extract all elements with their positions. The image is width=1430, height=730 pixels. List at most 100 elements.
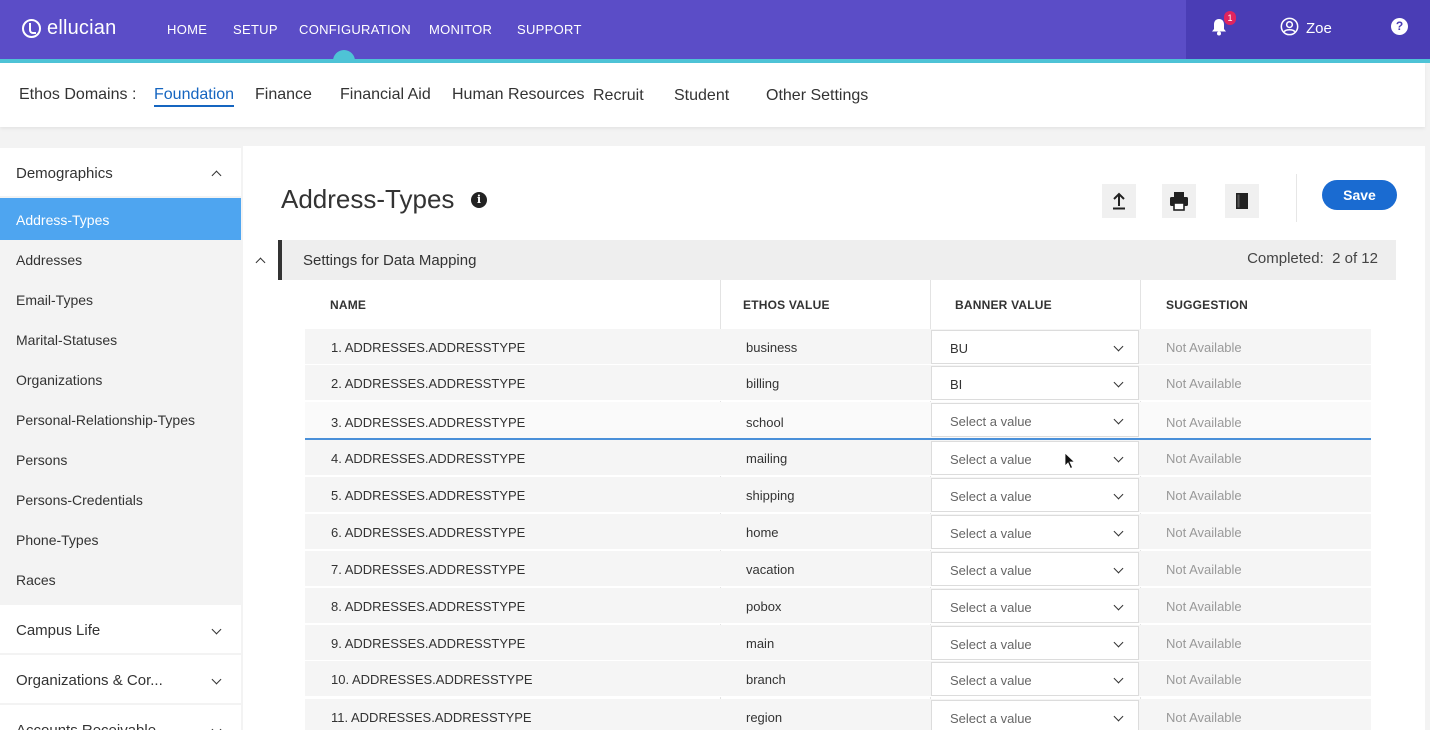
ellucian-logo[interactable]: ellucian [22, 17, 116, 40]
row-suggestion: Not Available [1166, 415, 1242, 430]
sidebar-item-personal-relationship-types[interactable]: Personal-Relationship-Types [0, 398, 241, 440]
sidebar-item-phone-types[interactable]: Phone-Types [0, 518, 241, 560]
banner-value-select[interactable]: Select a value [931, 552, 1139, 586]
banner-value-placeholder: Select a value [950, 414, 1032, 429]
banner-value-select[interactable]: BU [931, 330, 1139, 364]
sidebar-group-label: Campus Life [16, 622, 101, 639]
row-suggestion: Not Available [1166, 340, 1242, 355]
banner-value-select[interactable]: Select a value [931, 626, 1139, 660]
chevron-down-icon [1113, 489, 1124, 500]
save-button[interactable]: Save [1322, 180, 1397, 210]
banner-value-placeholder: Select a value [950, 600, 1032, 615]
sidebar-item-email-types[interactable]: Email-Types [0, 278, 241, 320]
table-row: 3. ADDRESSES.ADDRESSTYPE school Select a… [305, 402, 1371, 440]
banner-value-placeholder: Select a value [950, 673, 1032, 688]
sidebar-item-races[interactable]: Races [0, 558, 241, 600]
sidebar-group-demographics[interactable]: Demographics [0, 148, 241, 196]
banner-value-select[interactable]: Select a value [931, 662, 1139, 696]
table-row: 9. ADDRESSES.ADDRESSTYPE main Select a v… [305, 625, 1371, 661]
chevron-down-icon [1113, 711, 1124, 722]
banner-value-select[interactable]: BI [931, 366, 1139, 400]
row-name: 2. ADDRESSES.ADDRESSTYPE [331, 376, 526, 391]
page-title: Address-Types [281, 184, 455, 214]
banner-value-selected: BU [950, 341, 969, 356]
nav-configuration[interactable]: CONFIGURATION [299, 22, 411, 37]
banner-value-select[interactable]: Select a value [931, 515, 1139, 549]
nav-home[interactable]: HOME [167, 22, 207, 37]
sidebar-item-persons-credentials[interactable]: Persons-Credentials [0, 478, 241, 520]
row-ethos-value: main [746, 636, 775, 651]
info-icon[interactable]: i [471, 192, 487, 208]
chevron-down-icon [1113, 341, 1124, 352]
banner-value-select[interactable]: Select a value [931, 441, 1139, 475]
chevron-down-icon [1113, 452, 1124, 463]
domain-tab-human-resources[interactable]: Human Resources [452, 86, 585, 104]
table-row: 6. ADDRESSES.ADDRESSTYPE home Select a v… [305, 514, 1371, 550]
row-suggestion: Not Available [1166, 488, 1242, 503]
row-ethos-value: business [746, 340, 798, 355]
domain-tab-other-settings[interactable]: Other Settings [766, 87, 868, 105]
domain-tab-student[interactable]: Student [674, 87, 729, 105]
table-row: 11. ADDRESSES.ADDRESSTYPE region Select … [305, 699, 1371, 730]
row-name: 1. ADDRESSES.ADDRESSTYPE [331, 340, 526, 355]
table-row: 10. ADDRESSES.ADDRESSTYPE branch Select … [305, 661, 1371, 697]
row-name: 7. ADDRESSES.ADDRESSTYPE [331, 562, 526, 577]
document-button[interactable] [1225, 184, 1259, 218]
row-suggestion: Not Available [1166, 525, 1242, 540]
banner-value-placeholder: Select a value [950, 637, 1032, 652]
sidebar-group-accounts-receivable[interactable]: Accounts Receivable [0, 705, 241, 730]
row-suggestion: Not Available [1166, 451, 1242, 466]
banner-value-placeholder: Select a value [950, 452, 1032, 467]
row-name: 8. ADDRESSES.ADDRESSTYPE [331, 599, 526, 614]
user-name[interactable]: Zoe [1306, 20, 1332, 37]
print-button[interactable] [1162, 184, 1196, 218]
nav-monitor[interactable]: MONITOR [429, 22, 492, 37]
row-name: 10. ADDRESSES.ADDRESSTYPE [331, 672, 533, 687]
notification-badge: 1 [1224, 11, 1236, 25]
ethos-domains-bar: Ethos Domains : Foundation Finance Finan… [0, 63, 1425, 127]
domain-tab-recruit[interactable]: Recruit [593, 87, 644, 105]
sidebar-item-marital-statuses[interactable]: Marital-Statuses [0, 318, 241, 360]
row-name: 9. ADDRESSES.ADDRESSTYPE [331, 636, 526, 651]
table-row: 4. ADDRESSES.ADDRESSTYPE mailing Select … [305, 440, 1371, 476]
chevron-up-icon[interactable] [255, 257, 266, 268]
row-suggestion: Not Available [1166, 376, 1242, 391]
sidebar-item-addresses[interactable]: Addresses [0, 238, 241, 280]
banner-value-select[interactable]: Select a value [931, 478, 1139, 512]
sidebar-group-campus-life[interactable]: Campus Life [0, 605, 241, 653]
row-suggestion: Not Available [1166, 672, 1242, 687]
sidebar-item-address-types[interactable]: Address-Types [0, 198, 241, 240]
banner-value-placeholder: Select a value [950, 489, 1032, 504]
domain-tab-financial-aid[interactable]: Financial Aid [340, 86, 431, 104]
completed-status: Completed: 2 of 12 [1247, 250, 1378, 267]
table-row: 5. ADDRESSES.ADDRESSTYPE shipping Select… [305, 477, 1371, 513]
table-row: 1. ADDRESSES.ADDRESSTYPE business BU Not… [305, 329, 1371, 365]
nav-support[interactable]: SUPPORT [517, 22, 582, 37]
sidebar-item-organizations[interactable]: Organizations [0, 358, 241, 400]
chevron-down-icon [1113, 377, 1124, 388]
sidebar-item-persons[interactable]: Persons [0, 438, 241, 480]
nav-setup[interactable]: SETUP [233, 22, 278, 37]
banner-value-select[interactable]: Select a value [931, 700, 1139, 730]
section-header[interactable]: Settings for Data Mapping Completed: 2 o… [278, 240, 1396, 280]
chevron-down-icon [1113, 600, 1124, 611]
table-row: 7. ADDRESSES.ADDRESSTYPE vacation Select… [305, 551, 1371, 587]
banner-value-select[interactable]: Select a value [931, 403, 1139, 437]
column-header-ethos-value[interactable]: ETHOS VALUE [743, 298, 830, 312]
chevron-down-icon [211, 624, 222, 635]
column-header-suggestion[interactable]: SUGGESTION [1166, 298, 1248, 312]
help-icon[interactable]: ? [1391, 18, 1408, 35]
column-header-name[interactable]: NAME [330, 298, 366, 312]
domain-tab-finance[interactable]: Finance [255, 86, 312, 104]
sidebar-group-organizations[interactable]: Organizations & Cor... [0, 655, 241, 703]
banner-value-select[interactable]: Select a value [931, 589, 1139, 623]
brand-name: ellucian [47, 17, 117, 39]
domain-tab-foundation[interactable]: Foundation [154, 86, 235, 107]
banner-value-placeholder: Select a value [950, 563, 1032, 578]
user-icon[interactable] [1280, 17, 1299, 36]
section-title: Settings for Data Mapping [303, 252, 477, 269]
sidebar-group-label: Accounts Receivable [16, 722, 156, 730]
ellucian-logo-icon [22, 19, 41, 38]
column-header-banner-value[interactable]: BANNER VALUE [955, 298, 1052, 312]
upload-button[interactable] [1102, 184, 1136, 218]
